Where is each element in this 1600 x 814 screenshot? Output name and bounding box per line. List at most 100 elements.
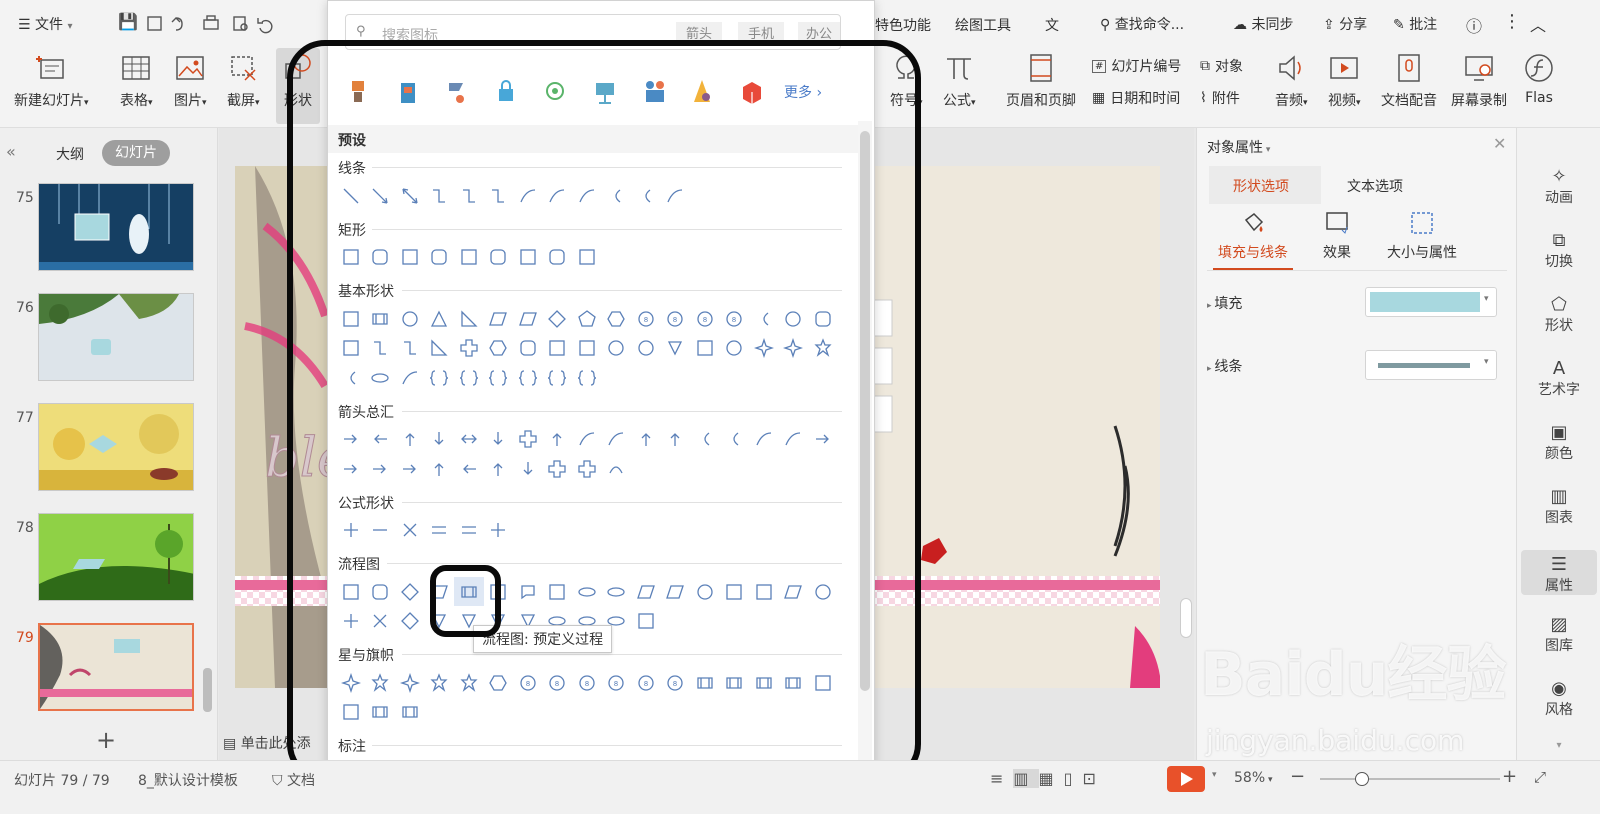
shape-item[interactable] bbox=[779, 425, 809, 454]
shape-item[interactable] bbox=[543, 577, 573, 606]
shape-item[interactable] bbox=[543, 454, 573, 483]
shape-item[interactable] bbox=[336, 304, 366, 333]
search-tag[interactable]: 箭头 bbox=[676, 22, 723, 43]
slide-thumbnail-75[interactable] bbox=[38, 183, 194, 271]
sorter-view-icon[interactable]: ▦ bbox=[1039, 769, 1064, 788]
shape-item[interactable] bbox=[661, 425, 691, 454]
icon-library-row[interactable] bbox=[342, 75, 782, 107]
shape-item[interactable] bbox=[425, 363, 455, 392]
shape-item[interactable] bbox=[425, 334, 455, 363]
shape-item[interactable] bbox=[336, 454, 366, 483]
shape-item[interactable] bbox=[336, 607, 366, 636]
shape-item[interactable] bbox=[395, 363, 425, 392]
shape-item[interactable] bbox=[454, 181, 484, 210]
shape-item[interactable] bbox=[720, 577, 750, 606]
presenter-view-icon[interactable]: ⊡ bbox=[1082, 769, 1105, 788]
shape-item[interactable] bbox=[484, 577, 514, 606]
shape-item[interactable] bbox=[395, 698, 425, 727]
panel-title[interactable]: 对象属性 ▾ bbox=[1207, 137, 1270, 157]
shape-item[interactable] bbox=[749, 425, 779, 454]
subtab-size-properties[interactable]: 大小与属性 bbox=[1379, 210, 1465, 262]
shape-item[interactable] bbox=[572, 363, 602, 392]
shape-item[interactable] bbox=[336, 181, 366, 210]
shape-item[interactable] bbox=[454, 425, 484, 454]
shape-item[interactable] bbox=[336, 668, 366, 697]
shape-button[interactable]: 形状 bbox=[276, 48, 320, 124]
fit-window-icon[interactable]: ⤢ bbox=[1534, 768, 1546, 786]
shape-item[interactable] bbox=[395, 425, 425, 454]
subtab-effect[interactable]: 效果 bbox=[1309, 210, 1365, 262]
shape-item[interactable] bbox=[661, 181, 691, 210]
shape-item[interactable] bbox=[366, 516, 396, 545]
attachment-button[interactable]: ⌇ 附件 bbox=[1200, 88, 1240, 108]
shape-item[interactable] bbox=[425, 243, 455, 272]
shape-item[interactable] bbox=[808, 668, 838, 697]
sidebar-tool-gallery[interactable]: ▨ 图库 bbox=[1517, 614, 1600, 655]
shape-item[interactable] bbox=[513, 577, 543, 606]
shape-item[interactable] bbox=[366, 577, 396, 606]
shape-item[interactable] bbox=[543, 181, 573, 210]
sidebar-tool-style[interactable]: ◉ 风格 bbox=[1517, 678, 1600, 719]
reading-view-icon[interactable]: ▯ bbox=[1064, 769, 1083, 788]
shape-item[interactable]: 8 bbox=[572, 668, 602, 697]
shape-item[interactable] bbox=[661, 334, 691, 363]
shape-item[interactable] bbox=[484, 668, 514, 697]
shape-item[interactable] bbox=[631, 577, 661, 606]
zoom-slider-thumb[interactable] bbox=[1355, 772, 1369, 786]
scroll-down-icon[interactable]: ▾ bbox=[1517, 740, 1600, 751]
shape-item[interactable] bbox=[779, 577, 809, 606]
shape-item[interactable] bbox=[513, 454, 543, 483]
date-time-button[interactable]: ▦ 日期和时间 bbox=[1092, 88, 1180, 108]
shape-item[interactable] bbox=[720, 668, 750, 697]
menu-button[interactable]: ☰ 文件 ▾ bbox=[18, 14, 73, 34]
tab-feature[interactable]: 特色功能 bbox=[875, 15, 931, 35]
shape-item[interactable] bbox=[631, 425, 661, 454]
tab-shape-options[interactable]: 形状选项 bbox=[1209, 166, 1321, 204]
comment-button[interactable]: ✎ 批注 bbox=[1393, 14, 1437, 34]
shape-item[interactable] bbox=[366, 668, 396, 697]
slide-thumbnail-78[interactable] bbox=[38, 513, 194, 601]
sidebar-tool-properties[interactable]: ☰ 属性 bbox=[1521, 550, 1597, 595]
shape-item[interactable] bbox=[779, 668, 809, 697]
shape-item[interactable] bbox=[454, 304, 484, 333]
shape-item[interactable] bbox=[395, 516, 425, 545]
shape-item[interactable] bbox=[749, 668, 779, 697]
tab-outline[interactable]: 大纲 bbox=[56, 144, 84, 164]
more-icons-link[interactable]: 更多 › bbox=[784, 82, 822, 102]
more-icon[interactable]: ⋮ bbox=[1503, 11, 1521, 32]
share-button[interactable]: ⇪ 分享 bbox=[1323, 14, 1367, 34]
audio-button[interactable]: 音频▾ bbox=[1275, 52, 1308, 110]
shape-item[interactable] bbox=[336, 363, 366, 392]
shape-item[interactable] bbox=[425, 304, 455, 333]
shape-item[interactable]: 8 bbox=[543, 668, 573, 697]
shape-item[interactable] bbox=[690, 425, 720, 454]
shape-item[interactable] bbox=[366, 698, 396, 727]
shape-item[interactable] bbox=[690, 577, 720, 606]
object-button[interactable]: ⧉ 对象 bbox=[1200, 56, 1243, 76]
shape-item[interactable] bbox=[425, 607, 455, 636]
table-button[interactable]: 表格▾ bbox=[120, 52, 153, 110]
shape-item[interactable] bbox=[513, 334, 543, 363]
shape-item[interactable] bbox=[336, 425, 366, 454]
play-slideshow-button[interactable] bbox=[1167, 766, 1205, 792]
shape-item[interactable] bbox=[395, 181, 425, 210]
shape-item[interactable] bbox=[484, 181, 514, 210]
zoom-out-icon[interactable]: − bbox=[1290, 766, 1305, 787]
popup-scrollbar[interactable] bbox=[858, 121, 872, 791]
shape-item[interactable] bbox=[720, 334, 750, 363]
shape-item[interactable] bbox=[513, 304, 543, 333]
slide-thumbnail-77[interactable] bbox=[38, 403, 194, 491]
shape-item[interactable] bbox=[572, 577, 602, 606]
shape-item[interactable] bbox=[395, 304, 425, 333]
floating-shape-tools[interactable] bbox=[874, 273, 894, 433]
screen-record-button[interactable]: 屏幕录制 bbox=[1451, 52, 1507, 110]
icon-search-input[interactable]: ⚲ 搜索图标 箭头 手机 办公 bbox=[345, 14, 841, 50]
shape-item[interactable] bbox=[395, 577, 425, 606]
add-slide-icon[interactable]: + bbox=[96, 726, 116, 754]
shape-item[interactable] bbox=[366, 607, 396, 636]
slide-thumbnail-79-selected[interactable] bbox=[38, 623, 194, 711]
shape-item[interactable] bbox=[779, 304, 809, 333]
collapse-ribbon-icon[interactable]: ︿ bbox=[1530, 12, 1546, 36]
shape-item[interactable] bbox=[543, 243, 573, 272]
shape-item[interactable] bbox=[572, 334, 602, 363]
